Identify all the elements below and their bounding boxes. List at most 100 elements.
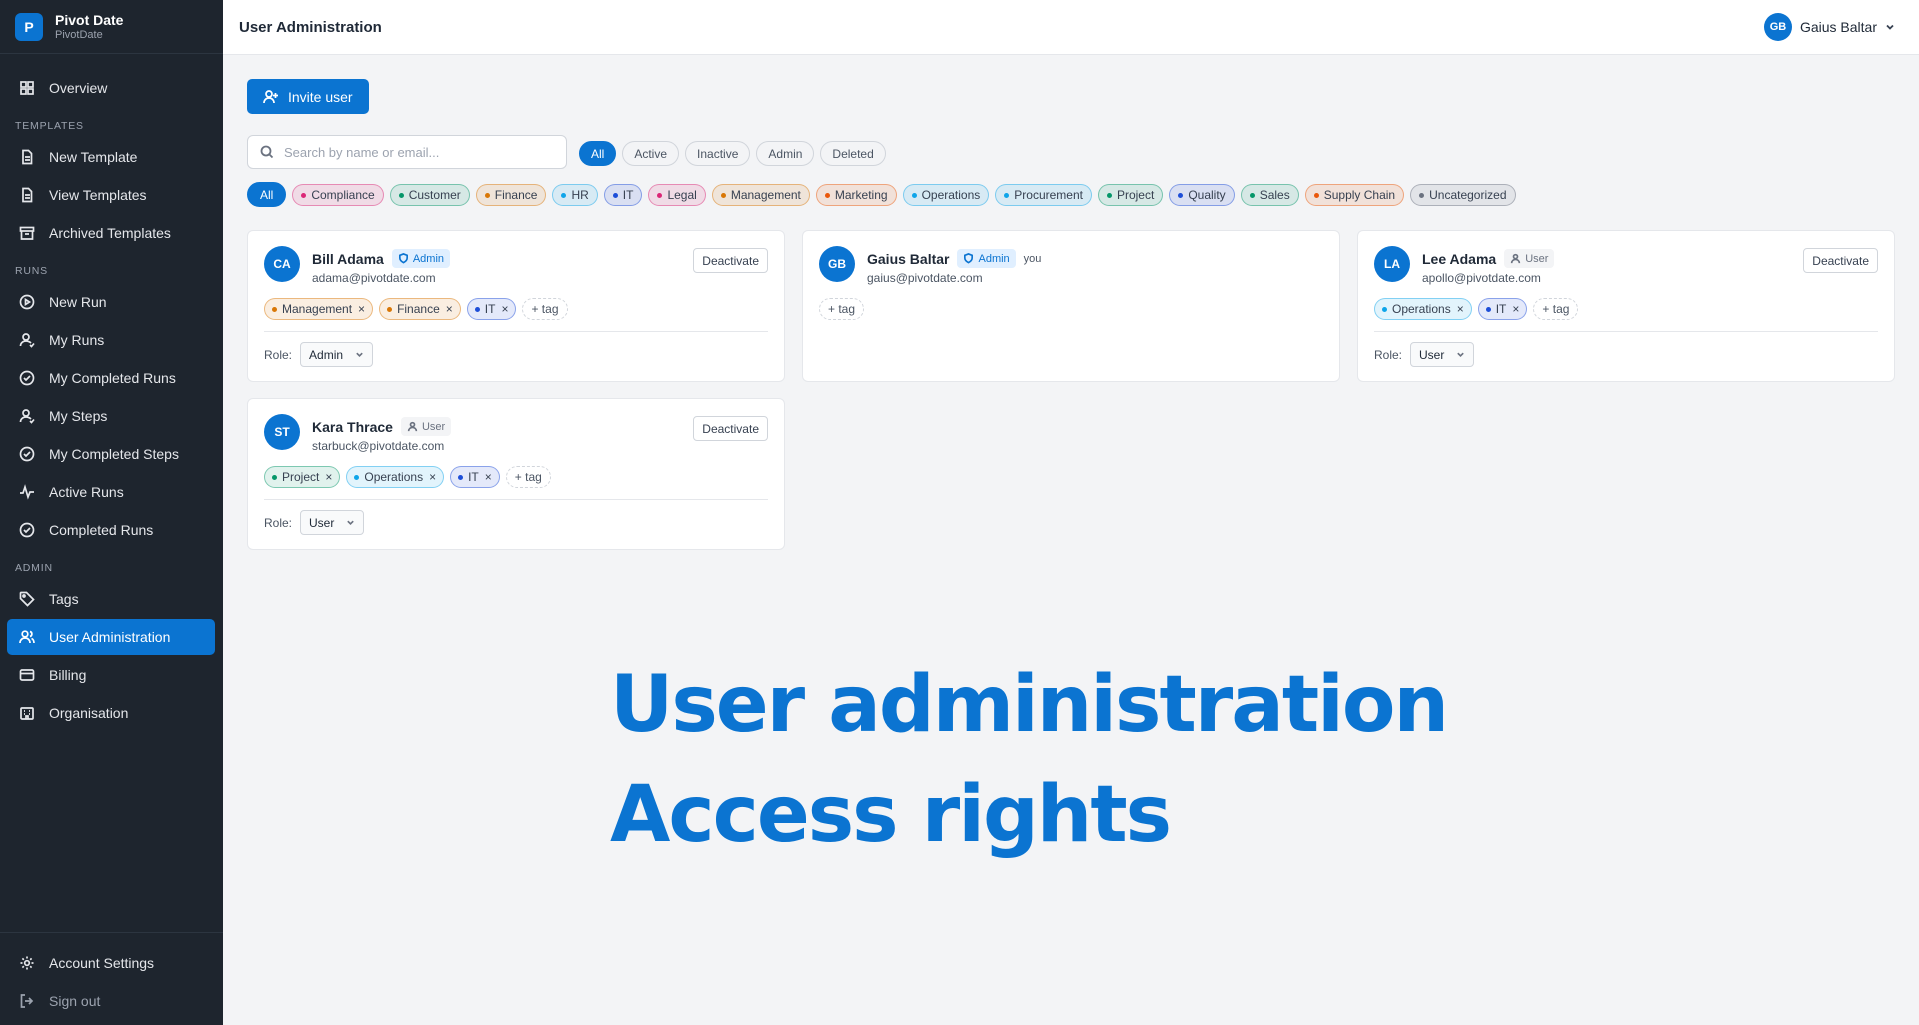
role-badge-label: Admin <box>412 252 445 265</box>
chevron-down-icon <box>1886 24 1894 30</box>
remove-tag-icon[interactable]: × <box>1512 302 1519 316</box>
sidebar-item-my-completed-steps[interactable]: My Completed Steps <box>7 436 215 472</box>
sidebar-item-view-templates[interactable]: View Templates <box>7 177 215 213</box>
tag-filter-hr[interactable]: HR <box>552 184 598 206</box>
filter-active[interactable]: Active <box>622 141 680 166</box>
add-tag-button[interactable]: + tag <box>819 298 865 320</box>
section-templates: TEMPLATES <box>15 120 84 132</box>
filter-deleted[interactable]: Deleted <box>820 141 886 166</box>
sidebar-item-account-settings[interactable]: Account Settings <box>7 945 215 981</box>
tag-filter-project[interactable]: Project <box>1097 184 1164 206</box>
remove-tag-icon[interactable]: × <box>501 302 508 316</box>
tag-filter-all[interactable]: All <box>247 182 287 207</box>
role-select[interactable]: User <box>1410 342 1475 367</box>
user-email: starbuck@pivotdate.com <box>312 439 445 453</box>
add-tag-button[interactable]: + tag <box>1533 298 1579 320</box>
remove-tag-icon[interactable]: × <box>485 470 492 484</box>
sidebar-item-billing[interactable]: Billing <box>7 657 215 693</box>
tag-color-dot <box>301 192 307 198</box>
tag-color-dot <box>272 306 277 312</box>
invite-user-button[interactable]: Invite user <box>247 79 369 114</box>
tag-filter-management[interactable]: Management <box>711 184 810 206</box>
filter-inactive[interactable]: Inactive <box>685 141 751 166</box>
user-icon <box>19 409 35 424</box>
filter-all[interactable]: All <box>579 141 617 166</box>
tag-filter-legal[interactable]: Legal <box>648 184 706 206</box>
sidebar-item-organisation[interactable]: Organisation <box>7 695 215 731</box>
tag-filter-label: Uncategorized <box>1429 188 1507 202</box>
user-icon <box>19 333 35 348</box>
deactivate-button[interactable]: Deactivate <box>693 416 768 441</box>
sidebar-item-sign-out[interactable]: Sign out <box>7 983 215 1019</box>
brand[interactable]: P Pivot Date PivotDate <box>0 0 223 54</box>
tag-color-dot <box>911 192 917 198</box>
deactivate-button[interactable]: Deactivate <box>1803 248 1878 273</box>
sidebar-item-label: Billing <box>49 667 87 683</box>
sidebar-item-new-run[interactable]: New Run <box>7 284 215 320</box>
users-icon <box>19 630 35 644</box>
user-menu[interactable]: GB Gaius Baltar <box>1763 13 1895 41</box>
tag-color-dot <box>458 474 464 480</box>
sidebar-item-my-steps[interactable]: My Steps <box>7 398 215 434</box>
brand-name: Pivot Date <box>55 11 124 28</box>
tag-filter-supply-chain[interactable]: Supply Chain <box>1304 184 1405 206</box>
tag-color-dot <box>1313 192 1319 198</box>
tag-color-dot <box>1419 192 1425 198</box>
filter-admin[interactable]: Admin <box>756 141 815 166</box>
sidebar-item-overview[interactable]: Overview <box>7 70 215 106</box>
sidebar-item-my-runs[interactable]: My Runs <box>7 322 215 358</box>
user-tags: Operations × IT × + tag <box>1374 298 1579 320</box>
sidebar-item-completed-runs[interactable]: Completed Runs <box>7 512 215 548</box>
tag-filter-finance[interactable]: Finance <box>475 184 547 206</box>
role-select[interactable]: User <box>300 510 365 535</box>
sidebar-item-label: My Completed Steps <box>49 446 179 462</box>
sidebar-item-my-completed-runs[interactable]: My Completed Runs <box>7 360 215 396</box>
tag-filter-label: Quality <box>1188 188 1226 202</box>
remove-tag-icon[interactable]: × <box>325 470 332 484</box>
tag-filter-it[interactable]: IT <box>603 184 643 206</box>
tag-filter-sales[interactable]: Sales <box>1240 184 1299 206</box>
tag-filter-procurement[interactable]: Procurement <box>995 184 1092 206</box>
deactivate-button[interactable]: Deactivate <box>693 248 768 273</box>
remove-tag-icon[interactable]: × <box>446 302 453 316</box>
role-value: User <box>309 515 335 530</box>
avatar: GB <box>819 246 855 282</box>
sidebar-item-new-template[interactable]: New Template <box>7 139 215 175</box>
tag-filter-compliance[interactable]: Compliance <box>292 184 384 206</box>
tag-color-dot <box>387 306 393 312</box>
tag-filter-marketing[interactable]: Marketing <box>815 184 897 206</box>
sidebar-item-archived-templates[interactable]: Archived Templates <box>7 215 215 251</box>
add-tag-button[interactable]: + tag <box>522 298 568 320</box>
tag-filter-label: Finance <box>494 188 538 202</box>
sidebar-divider <box>0 932 223 933</box>
user-name: Bill Adama <box>312 250 384 267</box>
activity-icon <box>20 484 34 500</box>
user-tags: + tag <box>819 298 865 320</box>
tag-filter-quality[interactable]: Quality <box>1169 184 1235 206</box>
remove-tag-icon[interactable]: × <box>1457 302 1464 316</box>
shield-icon <box>964 253 974 264</box>
tag-color-dot <box>1178 192 1184 198</box>
sidebar-item-label: View Templates <box>49 187 147 203</box>
sidebar-item-user-administration[interactable]: User Administration <box>7 619 215 655</box>
remove-tag-icon[interactable]: × <box>358 302 365 316</box>
sidebar-nav: Overview TEMPLATES New Template View Tem… <box>7 70 215 733</box>
tag-chip-label: Operations <box>1392 302 1451 316</box>
archive-icon <box>19 226 35 240</box>
tag-filter-uncategorized[interactable]: Uncategorized <box>1410 184 1516 206</box>
sign-out-icon <box>20 994 34 1008</box>
tag-filters: All Compliance Customer Finance HR IT Legal Ma… <box>247 182 1516 207</box>
tag-filter-operations[interactable]: Operations <box>902 184 990 206</box>
remove-tag-icon[interactable]: × <box>429 470 436 484</box>
role-select[interactable]: Admin <box>300 342 374 367</box>
sidebar-item-active-runs[interactable]: Active Runs <box>7 474 215 510</box>
tag-chip: Operations × <box>1374 298 1472 320</box>
add-tag-button[interactable]: + tag <box>505 466 551 488</box>
user-plus-icon <box>263 89 278 103</box>
tag-color-dot <box>1106 192 1112 198</box>
tag-filter-customer[interactable]: Customer <box>389 184 470 206</box>
tag-filter-label: Procurement <box>1014 188 1083 202</box>
tag-filter-label: Management <box>730 188 801 202</box>
sidebar-item-tags[interactable]: Tags <box>7 581 215 617</box>
search-input[interactable] <box>284 144 544 160</box>
